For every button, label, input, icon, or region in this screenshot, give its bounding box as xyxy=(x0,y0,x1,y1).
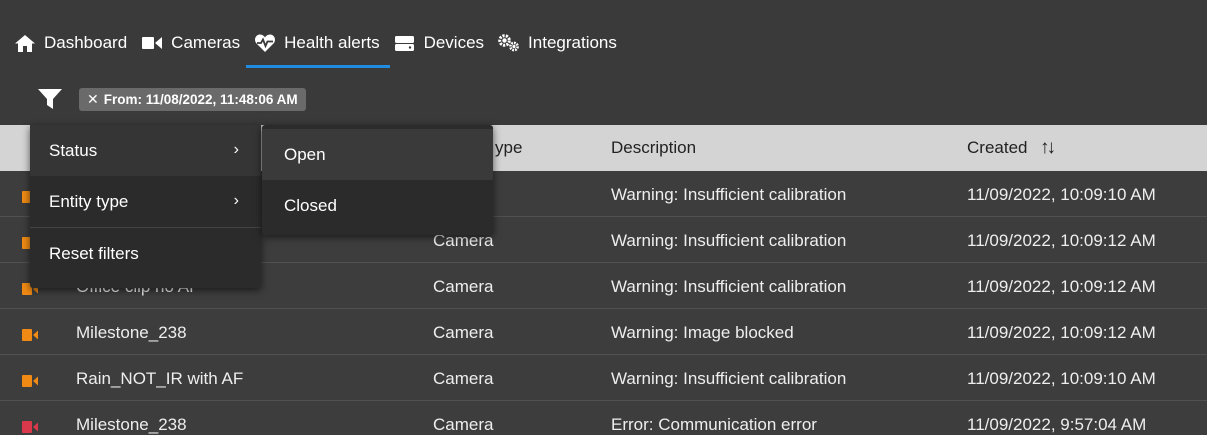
chip-label: From: 11/08/2022, 11:48:06 AM xyxy=(103,92,298,107)
cell-name: Milestone_238 xyxy=(76,323,187,342)
nav-item-dashboard[interactable]: Dashboard xyxy=(14,28,127,58)
filter-menu: Status › Entity type › Reset filters xyxy=(30,125,261,288)
header-description[interactable]: Description xyxy=(611,138,696,158)
sort-icon[interactable]: ↑↓ xyxy=(1040,137,1056,159)
nav-item-label: Dashboard xyxy=(44,33,128,52)
camera-status-icon xyxy=(22,418,38,433)
submenu-item-label: Closed xyxy=(284,195,337,215)
submenu-item-label: Open xyxy=(284,144,326,164)
menu-item-status[interactable]: Status › xyxy=(30,125,261,176)
cell-created: 11/09/2022, 10:09:12 AM xyxy=(967,277,1156,296)
cell-created: 11/09/2022, 10:09:12 AM xyxy=(967,231,1156,250)
cell-description: Warning: Image blocked xyxy=(611,323,794,342)
nav-item-devices[interactable]: Devices xyxy=(394,28,484,58)
nav-item-label: Integrations xyxy=(528,33,617,52)
cell-description: Error: Communication error xyxy=(611,415,817,434)
cell-created: 11/09/2022, 10:09:10 AM xyxy=(967,369,1156,388)
nav-item-health-alerts[interactable]: Health alerts xyxy=(246,28,391,68)
cell-entity-type: Camera xyxy=(433,369,494,388)
camera-status-icon xyxy=(22,326,38,341)
heartbeat-icon xyxy=(254,34,276,52)
cell-created: 11/09/2022, 9:57:04 AM xyxy=(967,415,1147,434)
cell-created: 11/09/2022, 10:09:12 AM xyxy=(967,323,1156,342)
filter-icon[interactable] xyxy=(38,88,62,110)
top-navigation: Dashboard Cameras Health alerts Devices … xyxy=(0,0,1207,78)
cell-description: Warning: Insufficient calibration xyxy=(611,369,847,388)
cell-name: Milestone_238 xyxy=(76,415,187,434)
chevron-right-icon: › xyxy=(233,141,239,158)
cell-entity-type: Camera xyxy=(433,415,494,434)
menu-item-label: Reset filters xyxy=(49,243,139,263)
nav-item-label: Devices xyxy=(423,33,485,52)
menu-item-label: Entity type xyxy=(49,191,129,211)
cell-entity-type: Camera xyxy=(433,323,494,342)
menu-item-reset-filters[interactable]: Reset filters xyxy=(30,228,261,279)
submenu-item-open[interactable]: Open xyxy=(262,129,493,180)
menu-item-entity-type[interactable]: Entity type › xyxy=(30,176,261,227)
cell-description: Warning: Insufficient calibration xyxy=(611,231,847,250)
status-submenu: Open Closed xyxy=(262,125,493,235)
camera-status-icon xyxy=(22,372,38,387)
menu-item-label: Status xyxy=(49,140,98,160)
cell-entity-type: Camera xyxy=(433,277,494,296)
chevron-right-icon: › xyxy=(233,192,239,209)
cell-description: Warning: Insufficient calibration xyxy=(611,185,847,204)
chip-close-icon[interactable]: ✕ xyxy=(87,91,99,108)
table-row[interactable]: Rain_NOT_IR with AF Camera Warning: Insuff… xyxy=(0,355,1207,401)
date-filter-chip[interactable]: ✕ From: 11/08/2022, 11:48:06 AM xyxy=(79,88,306,111)
nav-item-label: Health alerts xyxy=(284,33,380,52)
nav-items: Dashboard Cameras Health alerts Devices … xyxy=(14,28,631,68)
header-created[interactable]: Created xyxy=(967,138,1027,158)
nav-item-cameras[interactable]: Cameras xyxy=(141,28,240,58)
submenu-item-closed[interactable]: Closed xyxy=(262,180,493,231)
cell-created: 11/09/2022, 10:09:10 AM xyxy=(967,185,1156,204)
cell-description: Warning: Insufficient calibration xyxy=(611,277,847,296)
server-icon xyxy=(394,34,416,52)
nav-item-label: Cameras xyxy=(171,33,241,52)
table-row[interactable]: Milestone_238 Camera Error: Communication … xyxy=(0,401,1207,435)
home-icon xyxy=(14,34,36,52)
video-camera-icon xyxy=(141,34,163,52)
table-row[interactable]: Milestone_238 Camera Warning: Image blocke… xyxy=(0,309,1207,355)
nav-item-integrations[interactable]: Integrations xyxy=(498,28,617,58)
header-entity-type[interactable]: ype xyxy=(495,138,522,158)
cell-name: Rain_NOT_IR with AF xyxy=(76,369,244,388)
gears-icon xyxy=(498,34,520,52)
